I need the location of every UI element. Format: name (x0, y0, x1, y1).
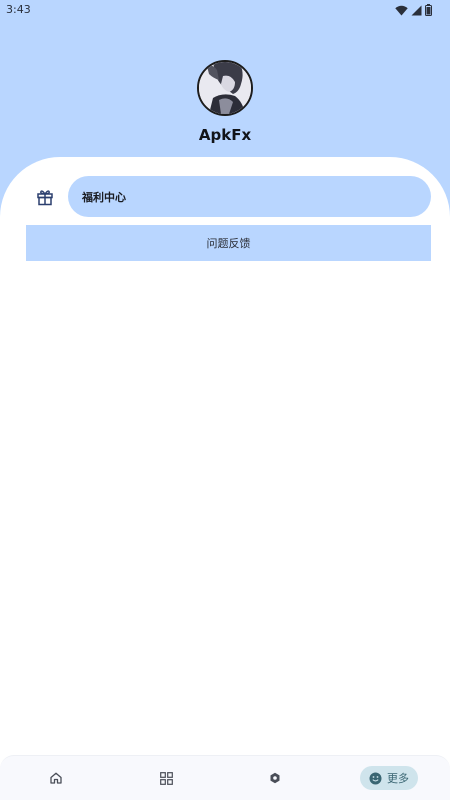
cell-signal-icon (411, 5, 422, 15)
nav-home[interactable] (49, 766, 63, 790)
bottom-nav: 更多 (0, 755, 450, 800)
gift-icon[interactable] (36, 188, 54, 206)
feedback-label: 问题反馈 (206, 237, 251, 250)
user-name: ApkFx (198, 126, 252, 144)
status-time: 3:43 (6, 3, 31, 16)
discover-icon (270, 772, 280, 784)
wifi-icon (395, 5, 408, 15)
feedback-button[interactable]: 问题反馈 (26, 225, 431, 261)
nav-more-label: 更多 (387, 772, 409, 785)
smiley-icon (369, 772, 382, 784)
battery-icon (425, 4, 432, 16)
nav-discover[interactable] (268, 766, 282, 790)
status-bar: 3:43 (0, 0, 450, 20)
nav-more[interactable]: 更多 (360, 766, 418, 790)
avatar[interactable] (197, 60, 253, 116)
nav-apps[interactable] (158, 766, 174, 790)
welfare-center-button[interactable]: 福利中心 (68, 176, 431, 217)
apps-grid-icon (159, 771, 173, 785)
welfare-center-label: 福利中心 (82, 190, 126, 204)
status-icons (395, 4, 432, 16)
home-icon (50, 772, 62, 784)
avatar-image (199, 62, 251, 114)
